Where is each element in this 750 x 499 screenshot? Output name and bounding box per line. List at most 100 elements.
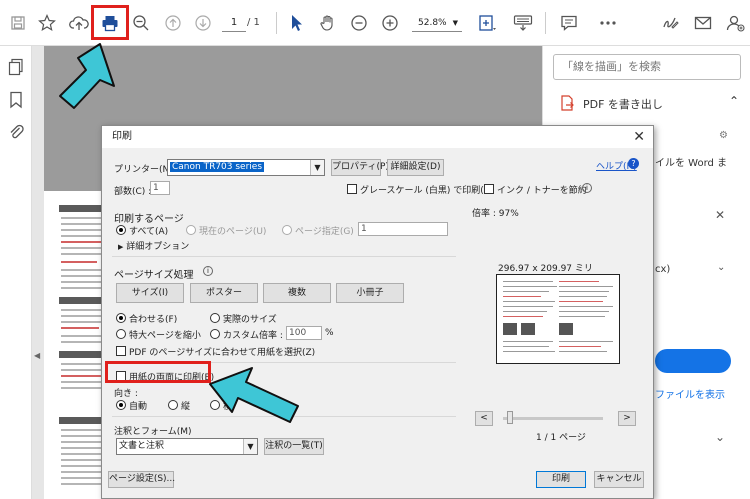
preview-next-button[interactable]: > (618, 411, 636, 426)
orient-portrait-radio[interactable] (168, 400, 178, 410)
comments-section-title: 注釈とフォーム(M) (114, 427, 192, 437)
dialog-titlebar: 印刷 ✕ (102, 126, 653, 148)
orient-auto-radio[interactable] (116, 400, 126, 410)
multiple-mode-button[interactable]: 複数 (263, 283, 331, 303)
info-icon[interactable]: i (203, 266, 213, 276)
clear-file-icon[interactable]: ✕ (715, 208, 725, 222)
fit-radio[interactable] (116, 313, 126, 323)
doc-text-line (61, 241, 101, 243)
chevron-up-icon[interactable]: ⌃ (729, 94, 739, 108)
zoom-plus-icon[interactable] (380, 12, 400, 34)
export-pdf-header[interactable]: PDF を書き出し ⌃ (553, 94, 743, 114)
preview-line (503, 306, 553, 307)
fit-page-icon[interactable] (476, 12, 498, 34)
preview-slider-thumb[interactable] (507, 411, 513, 424)
hand-tool-icon[interactable] (318, 12, 338, 34)
doc-text-line (61, 327, 99, 329)
attachment-icon[interactable] (8, 122, 24, 143)
sign-icon[interactable] (660, 12, 680, 34)
size-section-title: ページサイズ処理 (114, 270, 194, 281)
size-mode-button[interactable]: サイズ(I) (116, 283, 184, 303)
preview-line (503, 351, 555, 352)
more-options-toggle[interactable]: ▶ 詳細オプション (118, 239, 189, 252)
cancel-button[interactable]: キャンセル (594, 471, 644, 488)
export-pdf-icon (559, 95, 575, 114)
print-button[interactable]: 印刷 (536, 471, 586, 488)
zoom-out-icon[interactable] (131, 12, 151, 34)
export-button[interactable] (655, 349, 731, 373)
percent-label: % (325, 328, 334, 338)
print-preview (496, 274, 620, 364)
grayscale-label: グレースケール (白黒) で印刷(Y) (360, 186, 493, 196)
pages-panel-icon[interactable] (7, 58, 25, 79)
advanced-button[interactable]: 詳細設定(D) (387, 159, 444, 176)
zoom-level-select[interactable]: 52.8% ▼ (412, 14, 462, 32)
doc-text-line (61, 375, 101, 377)
pages-specified-input[interactable]: 1 (358, 222, 448, 236)
page-down-icon[interactable] (193, 12, 213, 34)
pages-current-radio[interactable] (186, 225, 196, 235)
tools-search-input[interactable]: 「線を描画」を検索 (553, 54, 741, 80)
export-description: イルを Word ま (655, 158, 728, 169)
pages-all-radio[interactable] (116, 225, 126, 235)
printer-select[interactable]: Canon TR703 series ▼ (167, 159, 325, 176)
properties-button[interactable]: プロパティ(P) (331, 159, 389, 176)
preview-line (503, 286, 557, 287)
save-icon[interactable] (8, 12, 28, 34)
page-setup-button[interactable]: ページ設定(S)... (108, 471, 175, 488)
preview-line (503, 296, 541, 297)
keyboard-icon[interactable] (512, 12, 534, 34)
preview-page-slider[interactable] (503, 417, 603, 420)
close-icon[interactable]: ✕ (633, 126, 645, 148)
zoom-level-value: 52.8% (418, 18, 447, 28)
chevron-down-icon[interactable]: ⌄ (715, 430, 725, 444)
info-icon[interactable]: i (582, 183, 592, 193)
comments-list-button[interactable]: 注釈の一覧(T) (264, 438, 324, 455)
mail-icon[interactable] (693, 12, 713, 34)
preview-line (559, 341, 613, 342)
left-rail (0, 46, 32, 499)
page-up-icon[interactable] (163, 12, 183, 34)
preview-line (503, 311, 547, 312)
comment-icon[interactable] (559, 12, 579, 34)
booklet-mode-button[interactable]: 小冊子 (336, 283, 404, 303)
chevron-down-icon[interactable]: ⌄ (717, 262, 725, 273)
star-icon[interactable] (37, 12, 57, 34)
share-icon[interactable]: ⚙ (719, 130, 728, 141)
custom-scale-label: カスタム倍率 : (223, 331, 283, 341)
annotation-arrow-icon (59, 43, 115, 109)
custom-scale-radio[interactable] (210, 329, 220, 339)
preview-image (503, 323, 517, 335)
format-select-partial[interactable]: cx) (655, 264, 670, 275)
page-total: / 1 (247, 17, 260, 28)
select-cursor-icon[interactable] (288, 12, 306, 34)
more-options-icon[interactable] (597, 12, 619, 34)
preview-line (559, 306, 613, 307)
printer-value: Canon TR703 series (170, 162, 265, 172)
custom-scale-input[interactable]: 100 (286, 326, 322, 340)
ink-save-checkbox[interactable] (484, 184, 494, 194)
copies-input[interactable]: 1 (150, 181, 170, 195)
preview-prev-button[interactable]: < (475, 411, 493, 426)
bookmark-icon[interactable] (8, 91, 24, 112)
show-file-link[interactable]: ファイルを表示 (655, 386, 725, 401)
preview-line (503, 281, 553, 282)
pages-specified-radio[interactable] (282, 225, 292, 235)
actual-size-radio[interactable] (210, 313, 220, 323)
orientation-label: 向き : (114, 389, 138, 399)
preview-line (503, 346, 549, 347)
collapse-panel-icon[interactable]: ◀ (34, 351, 40, 360)
cloud-upload-icon[interactable] (68, 12, 90, 34)
preview-line (559, 311, 609, 312)
pages-section-title: 印刷するページ (114, 214, 184, 225)
grayscale-checkbox[interactable] (347, 184, 357, 194)
help-icon[interactable]: ? (628, 158, 639, 169)
page-number-input[interactable]: 1 (222, 14, 246, 32)
paper-by-pdf-checkbox[interactable] (116, 346, 126, 356)
paper-size-label: 296.97 x 209.97 ミリ (498, 264, 593, 274)
zoom-minus-icon[interactable] (349, 12, 369, 34)
comments-select[interactable]: 文書と注釈 ▼ (116, 438, 258, 455)
shrink-radio[interactable] (116, 329, 126, 339)
account-icon[interactable] (724, 12, 746, 34)
poster-mode-button[interactable]: ポスター (190, 283, 258, 303)
